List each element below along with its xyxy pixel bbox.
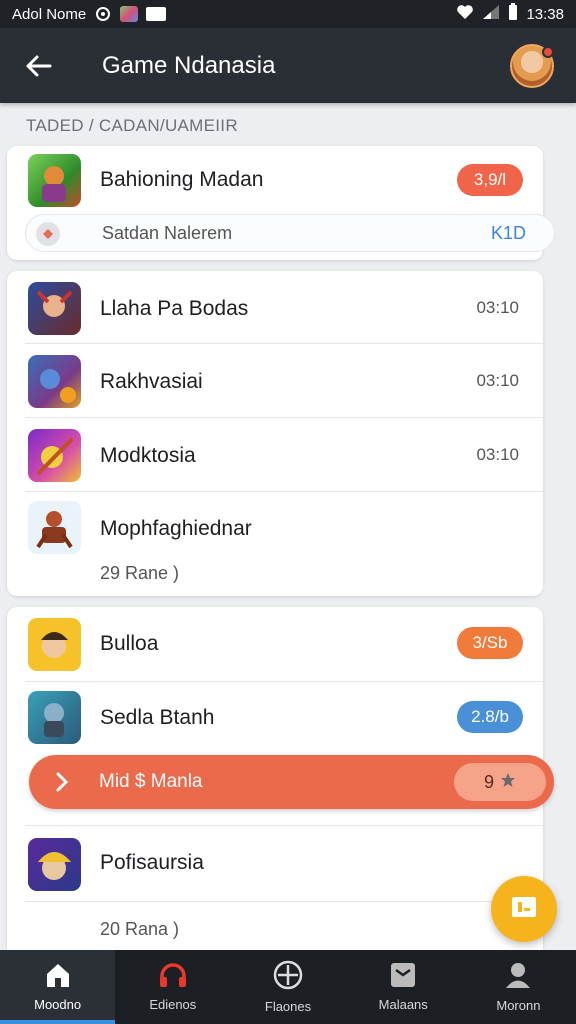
divider bbox=[25, 901, 543, 902]
game-title: Bahioning Madan bbox=[100, 168, 264, 191]
message-icon bbox=[146, 7, 167, 21]
app-notification-icon bbox=[120, 6, 139, 22]
divider bbox=[25, 681, 543, 682]
game-icon bbox=[28, 691, 81, 744]
nav-item-inbox[interactable]: Malaans bbox=[346, 950, 461, 1024]
nav-item-add[interactable]: Flaones bbox=[230, 950, 345, 1024]
divider bbox=[25, 491, 543, 492]
score-badge: 3,9/l bbox=[457, 164, 523, 196]
nav-label: Flaones bbox=[264, 999, 312, 1014]
game-list-card: Llaha Pa Bodas 03:10 Rakhvasiai 03:10 Mo… bbox=[7, 271, 543, 596]
game-icon bbox=[28, 618, 81, 671]
nav-item-home[interactable]: Moodno bbox=[0, 950, 116, 1024]
signal-icon bbox=[482, 4, 500, 24]
nav-item-headphones[interactable]: Edienos bbox=[115, 950, 230, 1024]
list-item: Pofisaursia 20 Rana ) bbox=[7, 825, 543, 950]
sub-label: Satdan Nalerem bbox=[102, 223, 233, 243]
floating-action-button[interactable] bbox=[491, 876, 557, 942]
highlight-bar[interactable]: Mid $ Manla 9 bbox=[29, 755, 554, 809]
nav-label: Moronn bbox=[496, 998, 541, 1013]
heart-icon bbox=[456, 4, 474, 24]
plus-circle-icon bbox=[273, 960, 303, 993]
game-title[interactable]: Modktosia bbox=[100, 444, 196, 468]
avatar[interactable] bbox=[510, 43, 554, 88]
bottom-nav: Moodno Edienos Flaones Malaans Moronn bbox=[0, 950, 576, 1024]
clock-time: 13:38 bbox=[526, 5, 564, 23]
game-time: 03:10 bbox=[476, 371, 519, 390]
page-title: Game Ndanasia bbox=[102, 51, 276, 79]
game-time: 03:10 bbox=[476, 298, 519, 317]
back-arrow-icon[interactable] bbox=[22, 49, 56, 83]
card-icon bbox=[511, 896, 537, 923]
game-icon bbox=[28, 355, 81, 408]
nav-item-profile[interactable]: Moronn bbox=[461, 950, 576, 1024]
sub-value: K1D bbox=[490, 223, 526, 243]
game-title[interactable]: Bulloa bbox=[100, 632, 158, 656]
more-link[interactable]: 29 Rane ) bbox=[100, 563, 179, 584]
headphones-icon bbox=[158, 962, 188, 991]
game-title[interactable]: Pofisaursia bbox=[100, 851, 204, 875]
divider bbox=[25, 825, 543, 826]
rating-count: 9 bbox=[483, 771, 494, 792]
sync-icon bbox=[94, 5, 112, 23]
game-icon bbox=[28, 429, 81, 482]
more-link[interactable]: 20 Rana ) bbox=[100, 919, 179, 940]
game-title[interactable]: Sedla Btanh bbox=[100, 706, 214, 730]
app-bar: Game Ndanasia bbox=[0, 28, 576, 103]
notification-dot bbox=[542, 45, 554, 58]
chevron-right-icon bbox=[55, 770, 69, 799]
highlight-label: Mid $ Manla bbox=[99, 771, 203, 792]
status-bar: Adol Nome 13:38 bbox=[0, 0, 576, 28]
nav-label: Malaans bbox=[378, 997, 428, 1012]
rating-chip: 9 bbox=[454, 763, 546, 801]
divider bbox=[25, 417, 543, 418]
profile-icon bbox=[505, 961, 531, 992]
game-icon bbox=[28, 154, 81, 207]
divider bbox=[25, 343, 543, 344]
nav-label: Edienos bbox=[149, 997, 197, 1012]
game-title[interactable]: Rakhvasiai bbox=[100, 370, 203, 394]
nav-label: Moodno bbox=[34, 997, 82, 1012]
game-icon bbox=[28, 838, 81, 891]
score-badge: 3/Sb bbox=[457, 627, 523, 659]
section-label: TADED / CADAN/UAMEIIR bbox=[26, 116, 238, 135]
sub-row[interactable]: Satdan Nalerem K1D bbox=[25, 214, 555, 252]
star-icon bbox=[500, 772, 516, 793]
game-title[interactable]: Mophfaghiednar bbox=[100, 517, 252, 541]
game-time: 03:10 bbox=[476, 445, 519, 464]
tag-icon bbox=[36, 222, 60, 246]
carrier-name: Adol Nome bbox=[12, 5, 87, 23]
home-icon bbox=[44, 962, 72, 991]
game-icon bbox=[28, 501, 81, 554]
featured-card[interactable]: Bahioning Madan 3,9/l Satdan Nalerem K1D bbox=[7, 146, 555, 260]
game-title[interactable]: Llaha Pa Bodas bbox=[100, 297, 248, 321]
score-badge: 2.8/b bbox=[457, 701, 523, 733]
inbox-icon bbox=[390, 962, 416, 991]
game-icon bbox=[28, 282, 81, 335]
battery-icon bbox=[508, 3, 518, 25]
